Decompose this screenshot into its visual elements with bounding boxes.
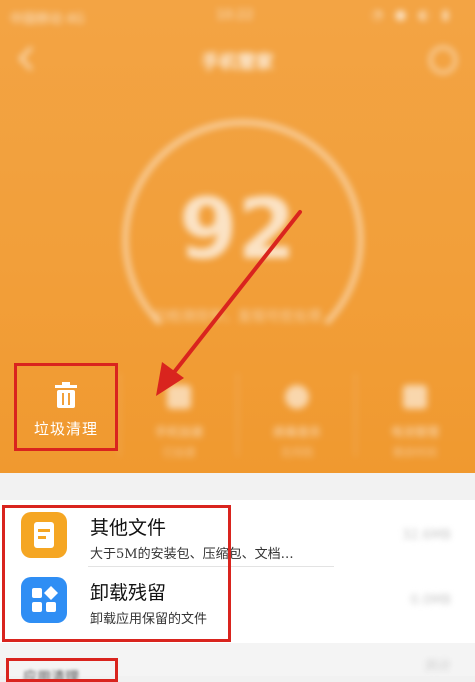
annotation-highlight-box <box>2 505 231 642</box>
header-banner: 中国移动 4G 10:22 ◔ ● ◐ ▮ 手机管家 92 已检测完毕，发现可优… <box>0 0 475 473</box>
section-label-app-cleanup[interactable]: 应用清理 <box>6 658 118 682</box>
section-gap <box>0 473 475 500</box>
item-size: 0.0MB <box>410 593 451 608</box>
annotation-arrow <box>156 210 302 396</box>
section-label-text: 应用清理 <box>23 670 79 682</box>
item-size: 32.6MB <box>401 528 451 543</box>
bottom-right-text: 共计 <box>424 659 451 674</box>
